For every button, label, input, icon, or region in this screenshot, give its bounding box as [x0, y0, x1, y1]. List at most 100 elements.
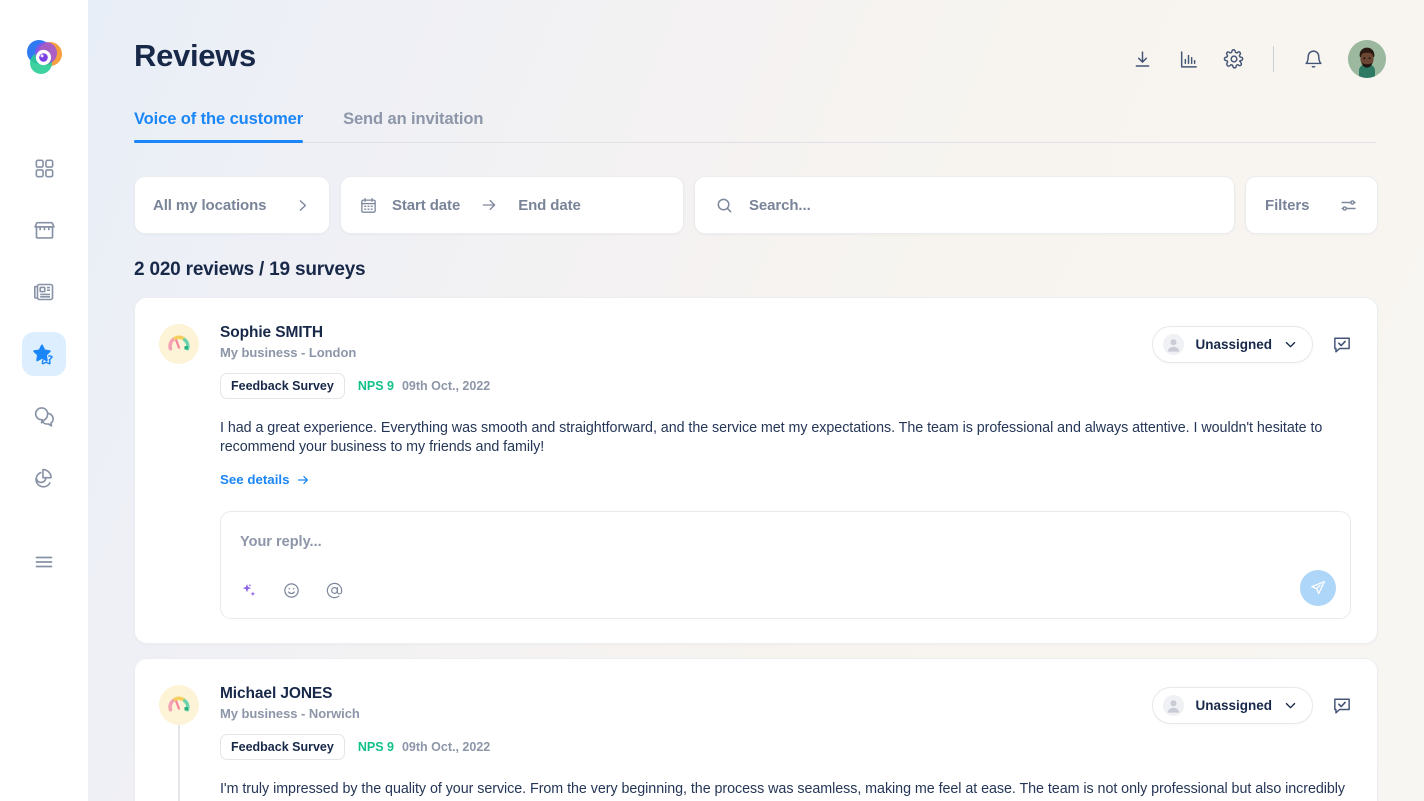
assignee-dropdown[interactable]: Unassigned	[1152, 687, 1313, 724]
locations-label: All my locations	[153, 196, 267, 214]
review-date: 09th Oct., 2022	[401, 379, 491, 393]
tab-send-an-invitation[interactable]: Send an invitation	[343, 110, 483, 142]
main-content: Reviews Voice of the customer Send an in…	[88, 0, 1424, 801]
assignee-avatar-icon	[1163, 334, 1185, 355]
download-icon[interactable]	[1131, 48, 1153, 70]
chevron-down-icon	[1283, 337, 1298, 352]
app-logo-icon	[27, 40, 62, 74]
filters-label: Filters	[1265, 196, 1310, 214]
results-count: 2 020 reviews / 19 surveys	[134, 259, 366, 280]
arrow-right-icon	[480, 196, 498, 214]
search-placeholder: Search...	[749, 196, 811, 214]
review-body: I'm truly impressed by the quality of yo…	[220, 781, 1346, 801]
nps-gauge-avatar	[159, 685, 199, 725]
reviewer-name: Sophie SMITH	[220, 324, 323, 341]
gear-glyph	[1223, 49, 1244, 69]
hamburger-icon	[35, 556, 53, 568]
bar-chart-glyph	[1180, 50, 1197, 68]
sidebar-item-dashboard[interactable]	[22, 146, 66, 190]
review-card: Sophie SMITH My business - London Feedba…	[134, 297, 1378, 644]
reply-placeholder: Your reply...	[240, 534, 322, 550]
assignee-label: Unassigned	[1195, 337, 1272, 352]
source-badge: Feedback Survey	[220, 734, 345, 760]
arrow-right-icon	[298, 475, 309, 484]
chevron-down-icon	[1283, 698, 1298, 713]
assignee-dropdown[interactable]: Unassigned	[1152, 326, 1313, 363]
sidebar-item-analytics[interactable]	[22, 456, 66, 500]
end-date-field[interactable]: End date	[518, 197, 581, 214]
mention-icon[interactable]	[325, 581, 344, 600]
review-body: I had a great experience. Everything was…	[220, 420, 1323, 455]
sidebar-nav	[22, 128, 66, 602]
sidebar-item-reviews[interactable]	[22, 332, 66, 376]
reviewer-business: My business - Norwich	[220, 706, 360, 721]
star-icon	[32, 343, 53, 364]
search-icon	[715, 196, 734, 215]
review-identity: Michael JONES My business - Norwich Feed…	[220, 685, 1152, 760]
filters-button[interactable]: Filters	[1245, 176, 1378, 234]
reply-toolbar	[240, 581, 344, 600]
sidebar-item-messages[interactable]	[22, 394, 66, 438]
start-date-field[interactable]: Start date	[392, 197, 460, 214]
sidebar-item-posts[interactable]	[22, 270, 66, 314]
review-identity: Sophie SMITH My business - London Feedba…	[220, 324, 1152, 399]
review-card: Michael JONES My business - Norwich Feed…	[134, 658, 1378, 801]
header-actions	[1131, 40, 1386, 78]
chevron-right-icon	[294, 197, 311, 214]
bell-icon[interactable]	[1302, 48, 1324, 70]
send-icon	[1311, 581, 1325, 595]
bell-glyph	[1304, 49, 1322, 68]
nps-score: NPS 9	[357, 379, 394, 393]
bar-chart-icon[interactable]	[1177, 48, 1199, 70]
review-header: Michael JONES My business - Norwich Feed…	[159, 685, 1353, 760]
search-input[interactable]: Search...	[694, 176, 1235, 234]
newspaper-icon	[34, 283, 54, 301]
review-actions: Unassigned	[1152, 687, 1353, 724]
grid-icon	[35, 159, 53, 177]
tab-bar: Voice of the customer Send an invitation	[134, 110, 1376, 143]
chat-bubbles-icon	[34, 406, 54, 427]
header-divider	[1273, 46, 1274, 72]
app-logo[interactable]	[22, 36, 66, 80]
sidebar-item-locations[interactable]	[22, 208, 66, 252]
reply-editor[interactable]: Your reply...	[220, 511, 1351, 619]
page-title: Reviews	[134, 38, 256, 73]
calendar-icon	[359, 196, 378, 215]
sidebar	[0, 0, 88, 801]
pie-chart-icon	[34, 468, 52, 488]
ai-sparkle-icon[interactable]	[240, 582, 258, 600]
download-glyph	[1135, 50, 1149, 67]
see-details-label: See details	[220, 472, 290, 487]
review-actions: Unassigned	[1152, 326, 1353, 363]
review-meta: Feedback Survey NPS 9 09th Oct., 2022	[220, 734, 1152, 760]
mark-as-treated-icon[interactable]	[1331, 334, 1353, 356]
reviews-list: Sophie SMITH My business - London Feedba…	[134, 297, 1378, 801]
filter-bar: All my locations Start date End date Sea…	[134, 176, 1378, 234]
mark-as-treated-icon[interactable]	[1331, 695, 1353, 717]
assignee-avatar-icon	[1163, 695, 1185, 716]
locations-selector[interactable]: All my locations	[134, 176, 330, 234]
avatar-image	[1348, 40, 1386, 78]
sidebar-item-menu[interactable]	[22, 540, 66, 584]
review-header: Sophie SMITH My business - London Feedba…	[159, 324, 1353, 399]
nps-score: NPS 9	[357, 740, 394, 754]
tab-voice-of-the-customer[interactable]: Voice of the customer	[134, 110, 303, 143]
store-icon	[33, 221, 55, 239]
nps-gauge-icon	[168, 335, 190, 351]
nps-gauge-icon	[168, 696, 190, 712]
reviewer-name: Michael JONES	[220, 685, 333, 702]
source-badge: Feedback Survey	[220, 373, 345, 399]
assignee-label: Unassigned	[1195, 698, 1272, 713]
reviewer-business: My business - London	[220, 345, 357, 360]
gear-icon[interactable]	[1223, 48, 1245, 70]
sliders-icon	[1339, 196, 1358, 215]
thread-connector	[178, 723, 180, 801]
emoji-icon[interactable]	[282, 581, 301, 600]
send-reply-button[interactable]	[1300, 570, 1336, 606]
header: Reviews	[88, 0, 1424, 96]
user-avatar[interactable]	[1348, 40, 1386, 78]
review-meta: Feedback Survey NPS 9 09th Oct., 2022	[220, 373, 1152, 399]
see-details-link[interactable]: See details	[220, 472, 310, 487]
date-range-picker[interactable]: Start date End date	[340, 176, 684, 234]
nps-gauge-avatar	[159, 324, 199, 364]
